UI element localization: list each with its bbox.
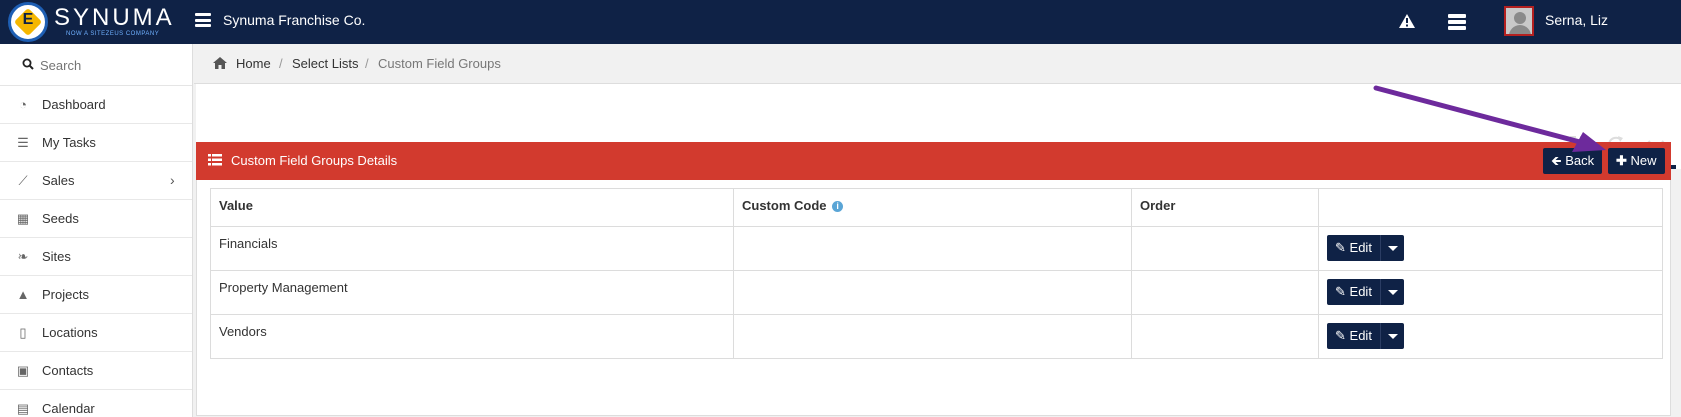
sidebar-search: [0, 44, 192, 86]
cell-order: [1131, 226, 1319, 271]
synuma-logo[interactable]: E SYNUMA NOW A SITEZEUS COMPANY: [4, 0, 174, 44]
sidebar-item-label: Projects: [42, 287, 89, 302]
edit-button[interactable]: ✎ Edit: [1327, 323, 1380, 349]
new-button[interactable]: ✚ New: [1608, 148, 1665, 174]
sidebar-item-locations[interactable]: ▯ Locations: [0, 314, 192, 352]
list-icon: ☰: [17, 135, 29, 150]
cell-value: Financials: [210, 226, 734, 271]
edit-icon: ✎: [1335, 240, 1346, 255]
sidebar-item-label: Seeds: [42, 211, 79, 226]
cell-custom-code: [733, 226, 1132, 271]
breadcrumb-current: Custom Field Groups: [378, 56, 501, 71]
panel-header: Custom Field Groups Details 🡸 Back ✚ New: [196, 142, 1671, 180]
road-icon: ▲: [16, 287, 30, 302]
back-button[interactable]: 🡸 Back: [1543, 148, 1603, 174]
cell-actions: ✎ Edit: [1318, 314, 1663, 359]
top-navbar: E SYNUMA NOW A SITEZEUS COMPANY Synuma F…: [0, 0, 1681, 44]
server-icon[interactable]: [1448, 14, 1466, 30]
cell-value: Vendors: [210, 314, 734, 359]
search-input[interactable]: [40, 55, 180, 75]
user-name[interactable]: Serna, Liz: [1545, 12, 1608, 28]
leaf-icon: ❧: [17, 249, 29, 264]
caret-down-icon[interactable]: [1379, 235, 1404, 261]
cell-actions: ✎ Edit: [1318, 270, 1663, 315]
caret-down-icon[interactable]: [1379, 323, 1404, 349]
cell-value: Property Management: [210, 270, 734, 315]
edit-button[interactable]: ✎ Edit: [1327, 279, 1380, 305]
warning-icon[interactable]: [1398, 13, 1416, 29]
breadcrumb-home[interactable]: Home: [236, 56, 271, 71]
home-icon[interactable]: [212, 56, 228, 70]
sidebar-item-contacts[interactable]: ▣ Contacts: [0, 352, 192, 390]
sidebar-item-label: Calendar: [42, 401, 95, 416]
cell-custom-code: [733, 270, 1132, 315]
contact-card-icon: ▣: [16, 363, 30, 378]
column-header-order[interactable]: Order: [1131, 188, 1319, 227]
sidebar-item-label: My Tasks: [42, 135, 96, 150]
sidebar-item-label: Sites: [42, 249, 71, 264]
sidebar-item-label: Sales: [42, 173, 75, 188]
new-button-label: New: [1630, 153, 1657, 168]
cell-order: [1131, 270, 1319, 315]
cell-order: [1131, 314, 1319, 359]
sidebar-item-sites[interactable]: ❧ Sites: [0, 238, 192, 276]
calendar-icon: ▤: [16, 401, 30, 416]
sidebar-item-dashboard[interactable]: ◔ Dashboard: [0, 86, 192, 124]
table-row: Financials ✎ Edit: [210, 226, 1663, 271]
custom-field-groups-table: Value Custom Code i Order Financials ✎ E…: [210, 188, 1663, 359]
plus-icon: ✚: [1616, 153, 1627, 168]
sidebar: ◔ Dashboard ☰ My Tasks ⟋ Sales › ▦ Seeds…: [0, 44, 193, 417]
breadcrumb-separator: /: [365, 56, 369, 71]
cell-actions: ✎ Edit: [1318, 226, 1663, 271]
sidebar-item-label: Contacts: [42, 363, 94, 378]
list-table-icon: [208, 154, 222, 166]
avatar[interactable]: [1504, 6, 1534, 36]
panel-title: Custom Field Groups Details: [231, 153, 398, 168]
edit-button-group: ✎ Edit: [1327, 323, 1404, 349]
sidebar-item-projects[interactable]: ▲ Projects: [0, 276, 192, 314]
edit-icon: ✎: [1335, 284, 1346, 299]
panel-body: Value Custom Code i Order Financials ✎ E…: [196, 180, 1671, 416]
column-header-value[interactable]: Value: [210, 188, 734, 227]
main-content: Home / Select Lists / Custom Field Group…: [194, 44, 1681, 417]
table-row: Vendors ✎ Edit: [210, 314, 1663, 359]
breadcrumb: Home / Select Lists / Custom Field Group…: [194, 44, 1681, 84]
edit-icon: ✎: [1335, 328, 1346, 343]
edit-button-group: ✎ Edit: [1327, 235, 1404, 261]
company-name: Synuma Franchise Co.: [223, 12, 366, 28]
edit-button-group: ✎ Edit: [1327, 279, 1404, 305]
sidebar-item-my-tasks[interactable]: ☰ My Tasks: [0, 124, 192, 162]
edit-button[interactable]: ✎ Edit: [1327, 235, 1380, 261]
info-icon[interactable]: i: [832, 201, 844, 213]
sidebar-item-label: Dashboard: [42, 97, 106, 112]
sidebar-item-label: Locations: [42, 325, 98, 340]
search-icon: [22, 58, 34, 70]
chevron-right-icon: ›: [170, 172, 175, 188]
table-row: Property Management ✎ Edit: [210, 270, 1663, 315]
logo-text: SYNUMA: [54, 4, 175, 31]
building-icon: ▯: [19, 325, 27, 340]
breadcrumb-select-lists[interactable]: Select Lists: [292, 56, 358, 71]
breadcrumb-separator: /: [279, 56, 283, 71]
logo-badge-icon: E: [8, 2, 48, 42]
back-button-label: Back: [1565, 153, 1595, 168]
column-header-actions: [1318, 188, 1663, 227]
sidebar-item-calendar[interactable]: ▤ Calendar: [0, 390, 192, 417]
dashboard-icon: ◔: [19, 97, 27, 112]
logo-subtext: NOW A SITEZEUS COMPANY: [66, 31, 160, 37]
cell-custom-code: [733, 314, 1132, 359]
table-header-row: Value Custom Code i Order: [210, 188, 1663, 227]
hamburger-menu-icon[interactable]: [195, 13, 211, 27]
column-header-custom-code[interactable]: Custom Code i: [733, 188, 1132, 227]
chart-line-icon: ⟋: [18, 173, 28, 188]
sidebar-item-seeds[interactable]: ▦ Seeds: [0, 200, 192, 238]
arrow-left-icon: 🡸: [1551, 153, 1562, 168]
caret-down-icon[interactable]: [1379, 279, 1404, 305]
sidebar-item-sales[interactable]: ⟋ Sales ›: [0, 162, 192, 200]
grid-icon: ▦: [16, 211, 30, 226]
